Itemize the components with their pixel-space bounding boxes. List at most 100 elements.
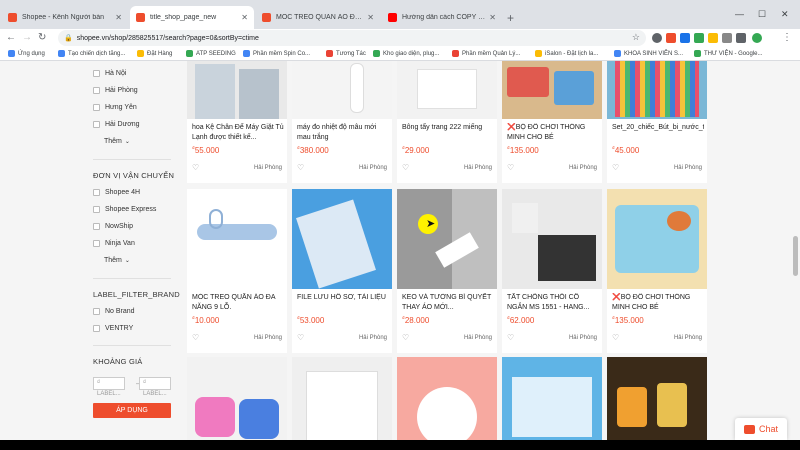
product-card[interactable]: [607, 357, 707, 440]
product-image: [607, 61, 707, 119]
product-card[interactable]: TẤT CHỐNG THỐI CỔ NGẮN MS 1551 - HANG...…: [502, 189, 602, 353]
heart-icon[interactable]: ♡: [402, 333, 409, 342]
product-card[interactable]: [292, 357, 392, 440]
heart-icon[interactable]: ♡: [507, 333, 514, 342]
bookmark-item[interactable]: Ứng dụng: [8, 50, 45, 57]
product-card[interactable]: [397, 357, 497, 440]
checkbox[interactable]: [93, 87, 100, 94]
kebab-menu-icon[interactable]: ⋮: [782, 32, 792, 43]
option-label: Hà Nội: [105, 70, 127, 77]
heart-icon[interactable]: ♡: [612, 163, 619, 172]
extension-icon[interactable]: [708, 33, 718, 43]
maximize-icon[interactable]: ☐: [758, 9, 766, 20]
product-card[interactable]: ❌BỘ ĐỒ CHƠI THÔNG MINH CHO BÉ ₫135.000 ♡…: [502, 61, 602, 183]
url-text: shopee.vn/shop/285825517/search?page=0&s…: [76, 34, 259, 42]
price-max-input[interactable]: ₫ LABEL...: [139, 377, 171, 397]
tab-youtube-guide[interactable]: Hướng dẫn cách COPY sản phẩm ✕: [382, 6, 502, 29]
bookmark-item[interactable]: Đặt Hàng: [137, 50, 172, 57]
close-icon[interactable]: ✕: [489, 13, 496, 22]
scrollbar-thumb[interactable]: [793, 236, 798, 276]
heart-icon[interactable]: ♡: [612, 333, 619, 342]
chat-button[interactable]: Chat: [735, 418, 787, 440]
product-card[interactable]: MÓC TREO QUẦN ÁO ĐA NĂNG 9 LỖ. ₫10.000 ♡…: [187, 189, 287, 353]
checkbox[interactable]: [93, 189, 100, 196]
bookmark-item[interactable]: ATP SEEDING: [186, 50, 236, 57]
bookmark-item[interactable]: Phần mềm Spin Co...: [243, 50, 310, 57]
checkbox[interactable]: [93, 240, 100, 247]
option-label: Ninja Van: [105, 240, 135, 247]
product-card[interactable]: Bông tẩy trang 222 miếng ₫29.000 ♡ Hải P…: [397, 61, 497, 183]
bookmark-item[interactable]: THƯ VIỆN - Google...: [694, 50, 762, 57]
option-label: Hưng Yên: [105, 104, 137, 111]
product-card[interactable]: [502, 357, 602, 440]
bookmark-item[interactable]: iSalon - Đặt lịch la...: [535, 50, 598, 57]
product-name: ❌BỘ ĐỒ CHƠI THÔNG MINH CHO BÉ: [612, 294, 691, 311]
apply-price-button[interactable]: ÁP DỤNG: [93, 403, 171, 418]
checkbox[interactable]: [93, 121, 100, 128]
shipping-more-button[interactable]: Thêm ⌄: [104, 257, 130, 264]
tab-shopee-seller[interactable]: Shopee - Kênh Người bán ✕: [2, 6, 128, 29]
filter-location-option[interactable]: Hưng Yên: [93, 104, 137, 111]
bookmark-star-icon[interactable]: ☆: [632, 32, 640, 43]
close-icon[interactable]: ✕: [115, 13, 122, 22]
filter-shipping-option[interactable]: NowShip: [93, 223, 133, 230]
extension-icon[interactable]: [680, 33, 690, 43]
bookmark-item[interactable]: Kho giao diện, plug...: [373, 50, 439, 57]
bookmark-item[interactable]: Phần mềm Quản Lý...: [452, 50, 520, 57]
heart-icon[interactable]: ♡: [402, 163, 409, 172]
back-icon[interactable]: ←: [6, 32, 16, 43]
filter-location-option[interactable]: Hải Dương: [93, 121, 140, 128]
extensions-puzzle-icon[interactable]: [736, 33, 746, 43]
checkbox[interactable]: [93, 104, 100, 111]
divider: [93, 345, 171, 346]
heart-icon[interactable]: ♡: [192, 163, 199, 172]
product-card[interactable]: [187, 357, 287, 440]
filter-shipping-option[interactable]: Shopee 4H: [93, 189, 140, 196]
location-more-button[interactable]: Thêm ⌄: [104, 138, 130, 145]
option-label: Hải Phòng: [105, 87, 138, 94]
product-card[interactable]: FILE LƯU HỒ SƠ, TÀI LIỆU ₫53.000 ♡ Hải P…: [292, 189, 392, 353]
minimize-icon[interactable]: —: [735, 9, 744, 19]
product-card[interactable]: Set_20_chiếc_Bút_bi_nước_tăng_kèm_túi_đự…: [607, 61, 707, 183]
close-window-icon[interactable]: ✕: [781, 9, 789, 20]
checkbox[interactable]: [93, 206, 100, 213]
filter-shipping-option[interactable]: Ninja Van: [93, 240, 135, 247]
extension-icon[interactable]: [666, 33, 676, 43]
filter-brand-option[interactable]: VENTRY: [93, 325, 133, 332]
filter-location-option[interactable]: Hà Nội: [93, 70, 126, 77]
filter-brand-option[interactable]: No Brand: [93, 308, 135, 315]
heart-icon[interactable]: ♡: [192, 333, 199, 342]
product-card[interactable]: KEO VÁ TƯỜNG BÍ QUYẾT THAY ÁO MỚI... ₫28…: [397, 189, 497, 353]
product-card[interactable]: máy đo nhiệt độ mẫu mới mau trắng ₫380.0…: [292, 61, 392, 183]
reload-icon[interactable]: ↻: [38, 32, 46, 43]
extension-icon[interactable]: [652, 33, 662, 43]
product-card[interactable]: hoa Kệ Chân Để Máy Giặt Tủ Lạnh được thi…: [187, 61, 287, 183]
checkbox[interactable]: [93, 70, 100, 77]
heart-icon[interactable]: ♡: [507, 163, 514, 172]
checkbox[interactable]: [93, 223, 100, 230]
shopee-favicon-icon: [8, 13, 17, 22]
bookmark-item[interactable]: KHOA SINH VIÊN S...: [614, 50, 683, 57]
close-icon[interactable]: ✕: [241, 13, 248, 22]
extension-icon[interactable]: [722, 33, 732, 43]
checkbox[interactable]: [93, 308, 100, 315]
checkbox[interactable]: [93, 325, 100, 332]
tab-title-shop-page[interactable]: title_shop_page_new ✕: [130, 6, 254, 29]
heart-icon[interactable]: ♡: [297, 333, 304, 342]
bookmark-label: Tạo chiến dịch tăng...: [68, 50, 126, 57]
new-tab-button[interactable]: +: [507, 11, 514, 25]
forward-icon[interactable]: →: [22, 32, 32, 43]
bookmark-item[interactable]: Tương Tác: [326, 50, 366, 57]
filter-shipping-option[interactable]: Shopee Express: [93, 206, 156, 213]
price-min-input[interactable]: ₫ LABEL...: [93, 377, 125, 397]
close-icon[interactable]: ✕: [367, 13, 374, 22]
product-location: Hải Phòng: [673, 335, 702, 341]
address-bar[interactable]: 🔒 shopee.vn/shop/285825517/search?page=0…: [58, 30, 646, 46]
bookmark-item[interactable]: Tạo chiến dịch tăng...: [58, 50, 125, 57]
tab-moc-treo[interactable]: MÓC TREO QUẦN ÁO ĐA NĂNG ✕: [256, 6, 380, 29]
avatar[interactable]: [752, 33, 762, 43]
extension-icon[interactable]: [694, 33, 704, 43]
heart-icon[interactable]: ♡: [297, 163, 304, 172]
product-card[interactable]: ❌BỘ ĐỒ CHƠI THÔNG MINH CHO BÉ ₫135.000 ♡…: [607, 189, 707, 353]
filter-location-option[interactable]: Hải Phòng: [93, 87, 138, 94]
